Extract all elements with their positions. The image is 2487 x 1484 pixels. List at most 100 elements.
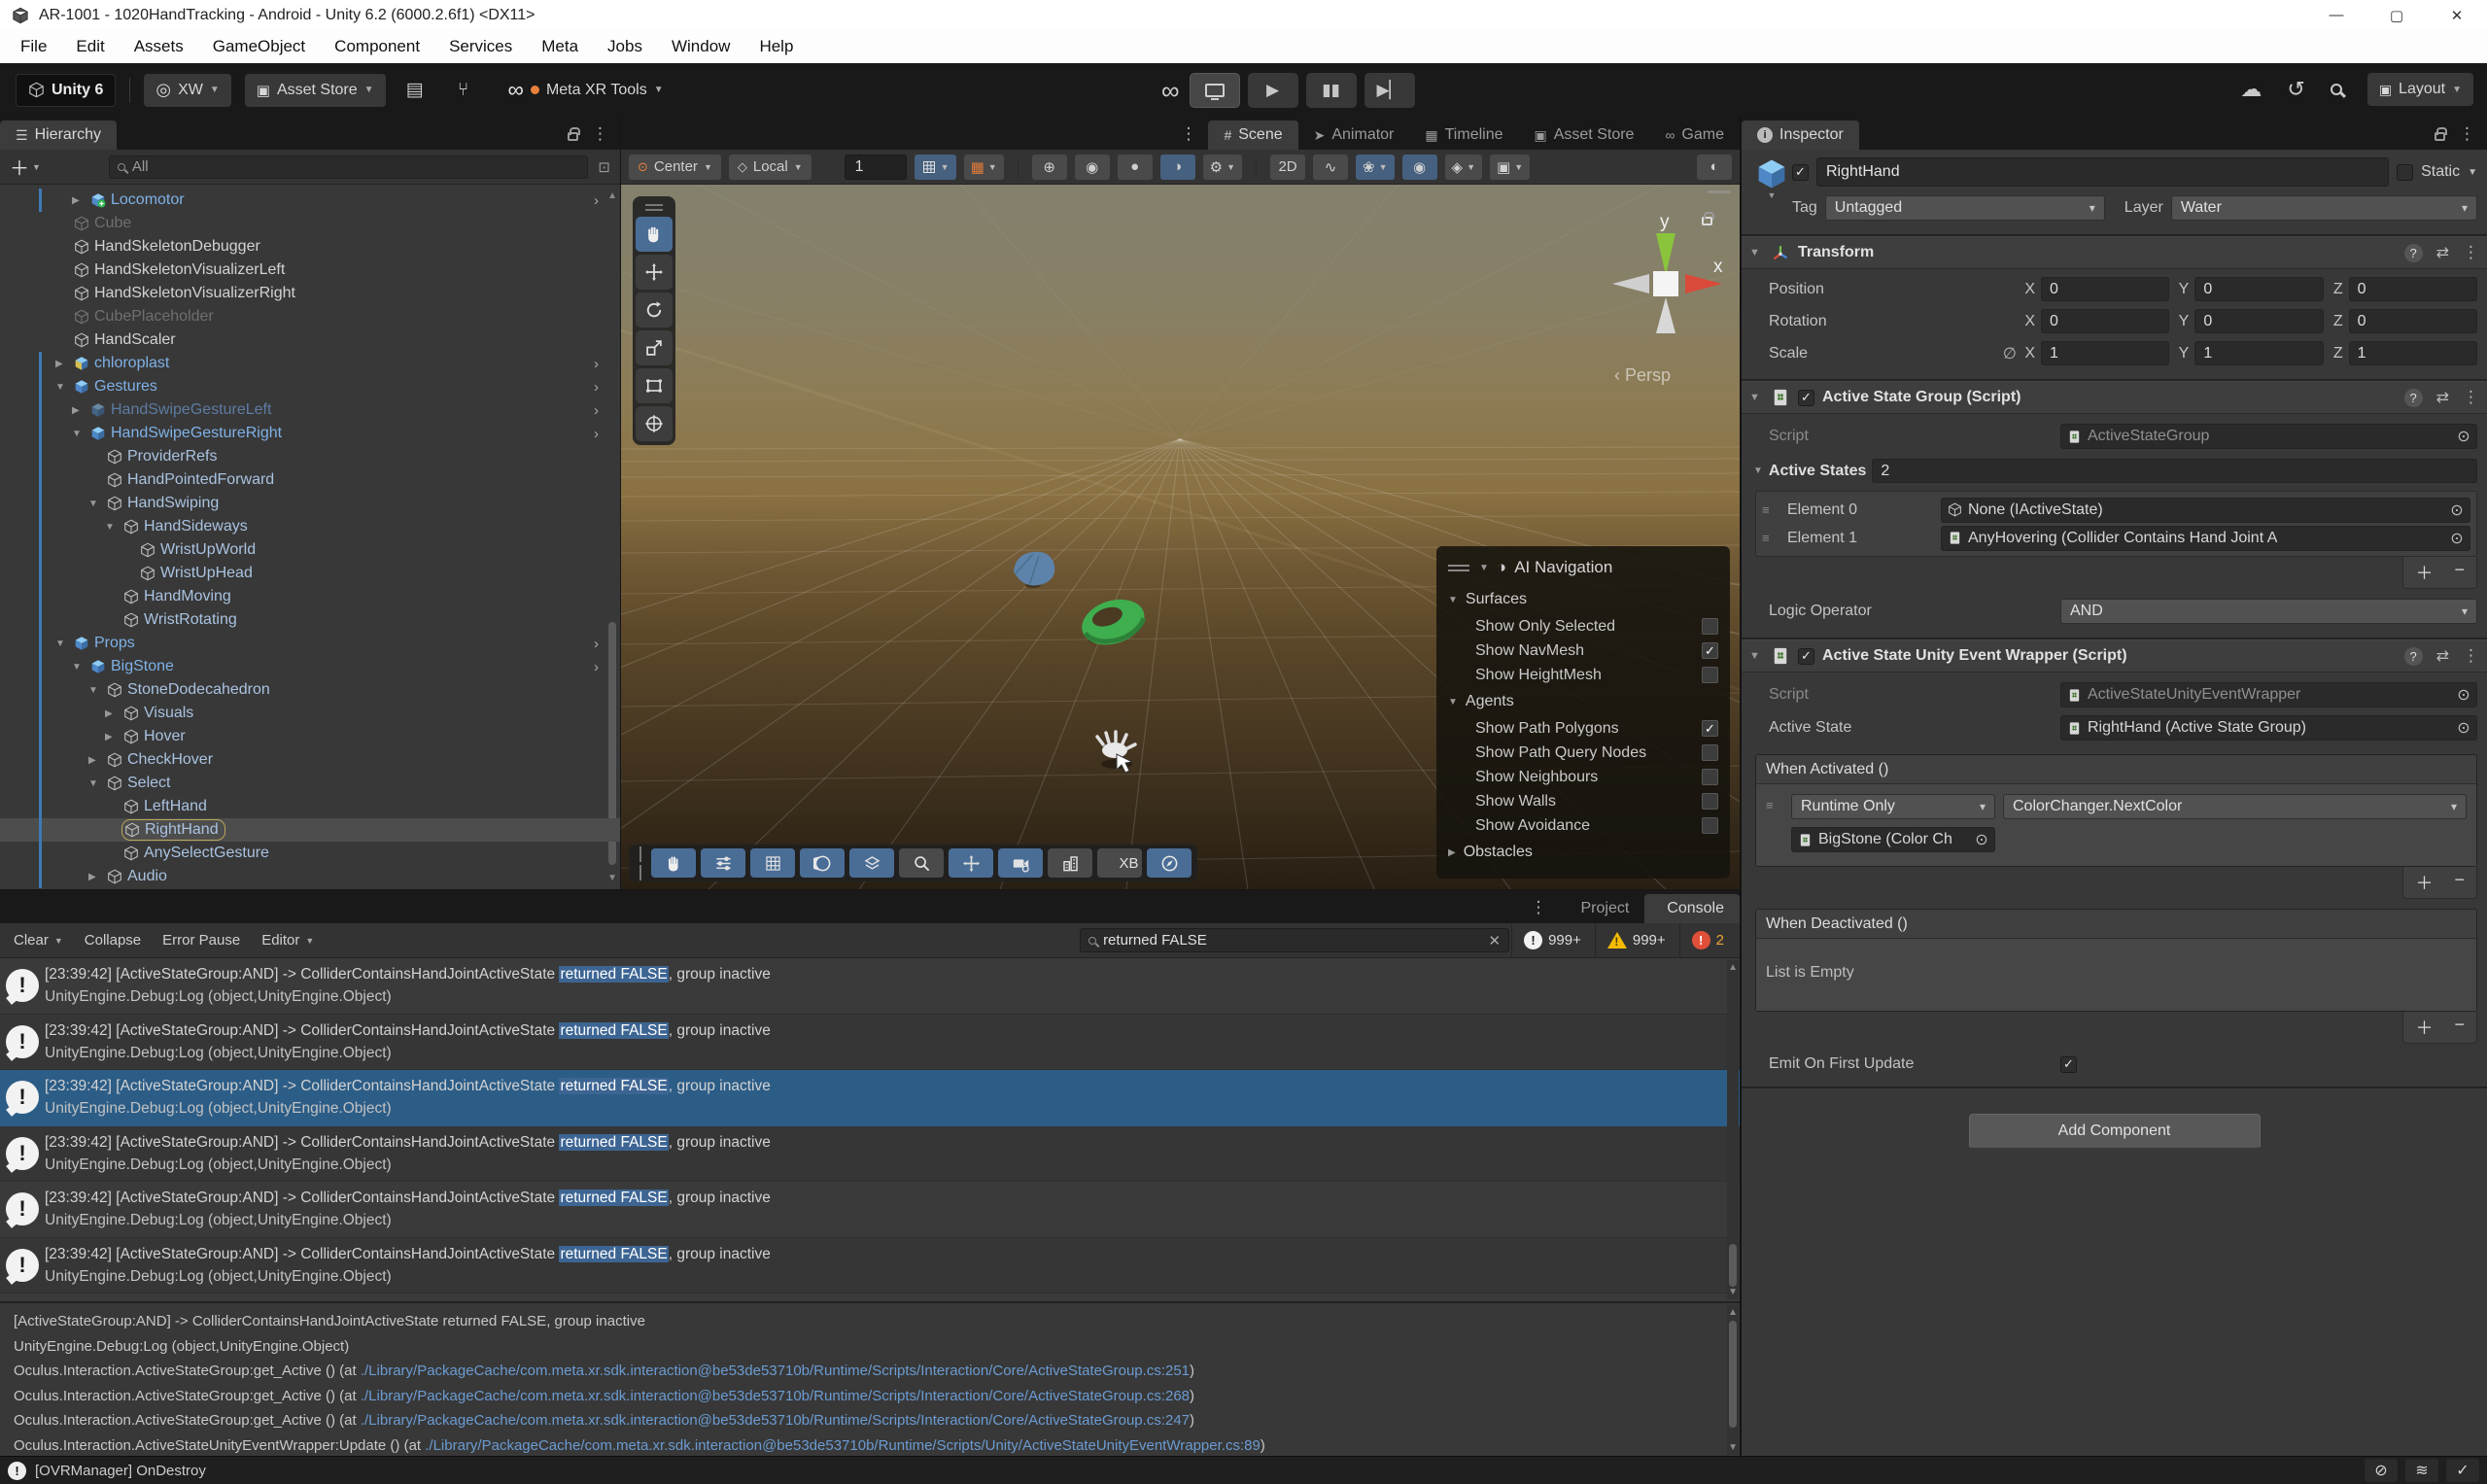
element-object-field[interactable]: None (IActiveState) ⊙	[1941, 498, 2470, 523]
perspective-label[interactable]: ‹ Persp	[1614, 365, 1671, 386]
expander-icon[interactable]	[88, 499, 105, 509]
menu-item[interactable]: Edit	[61, 37, 119, 56]
source-file-link[interactable]: ./Library/PackageCache/com.meta.xr.sdk.i…	[425, 1437, 1261, 1454]
static-checkbox[interactable]	[2397, 164, 2413, 181]
overlay-tool-button[interactable]	[750, 848, 795, 878]
overlay-tool-button[interactable]	[800, 848, 845, 878]
active-state-field[interactable]: RightHand (Active State Group) ⊙	[2060, 715, 2477, 741]
help-icon[interactable]: ?	[2404, 244, 2423, 262]
camera-dropdown-button[interactable]: ▣▼	[1490, 155, 1530, 180]
option-checkbox[interactable]	[1702, 667, 1718, 683]
debug-draw-dropdown[interactable]: ⚙▼	[1203, 155, 1242, 180]
gameobject-name-field[interactable]: RightHand	[1816, 157, 2389, 187]
hierarchy-row[interactable]: BigStone ›	[0, 655, 620, 678]
panel-menu-icon[interactable]: ⋮	[1531, 898, 1547, 917]
code-ready-icon[interactable]: ✓	[2446, 1459, 2479, 1482]
hierarchy-row[interactable]: Cube ›	[0, 212, 620, 235]
array-size-field[interactable]: 2	[1872, 459, 2477, 483]
uniform-scale-link-icon[interactable]: ∅	[2003, 346, 2017, 362]
hierarchy-row[interactable]: ProviderRefs ›	[0, 445, 620, 468]
hierarchy-row[interactable]: Gestures ›	[0, 375, 620, 398]
tab-hierarchy[interactable]: ☰ Hierarchy	[0, 121, 117, 150]
layer-dropdown[interactable]: Water	[2171, 195, 2477, 221]
gizmo-lock-icon[interactable]	[1702, 217, 1712, 225]
expander-icon[interactable]	[72, 429, 88, 439]
hierarchy-row[interactable]: CubePlaceholder ›	[0, 305, 620, 328]
expander-icon[interactable]	[105, 708, 121, 719]
cloud-icon[interactable]: ☁	[2240, 77, 2262, 102]
scene-view-tab[interactable]: Asset Store	[1519, 121, 1650, 150]
scene-visibility-button[interactable]: ◉	[1075, 155, 1110, 180]
object-picker-icon[interactable]: ⊙	[2455, 685, 2472, 705]
error-count-badge[interactable]: ! 2	[1679, 923, 1736, 958]
remove-element-button[interactable]: −	[2454, 560, 2465, 585]
axis-z-input[interactable]: 0	[2349, 277, 2477, 301]
lock-icon[interactable]	[2435, 132, 2445, 141]
menu-item[interactable]: Meta	[527, 37, 593, 56]
component-enabled-checkbox[interactable]	[1798, 390, 1814, 406]
axis-y-input[interactable]: 0	[2194, 277, 2323, 301]
hierarchy-row[interactable]: HandSideways ›	[0, 515, 620, 538]
expander-icon[interactable]	[72, 662, 88, 673]
collapse-arrow-icon[interactable]: ▼	[1479, 563, 1489, 573]
close-button[interactable]: ✕	[2427, 0, 2487, 30]
visibility-eye-button[interactable]: ◉	[1402, 155, 1437, 180]
archive-icon-button[interactable]: ▤	[396, 74, 434, 107]
search-icon[interactable]	[2331, 84, 2342, 95]
hierarchy-row[interactable]: HandPointedForward ›	[0, 468, 620, 492]
undo-history-icon[interactable]: ↺	[2287, 77, 2304, 102]
overlay-tool-button[interactable]	[1147, 848, 1192, 878]
device-view-button[interactable]	[1190, 73, 1240, 108]
hierarchy-row[interactable]: HandSwipeGestureLeft ›	[0, 398, 620, 422]
hierarchy-row[interactable]: LeftHand ›	[0, 795, 620, 818]
hierarchy-row[interactable]: RightHand ›	[0, 818, 620, 842]
overlay-tool-button[interactable]	[949, 848, 993, 878]
add-event-button[interactable]: ＋	[2415, 870, 2433, 895]
active-checkbox[interactable]	[1792, 164, 1809, 181]
axis-z-input[interactable]: 0	[2349, 309, 2477, 333]
axis-x-input[interactable]: 1	[2041, 341, 2169, 365]
expander-icon[interactable]	[88, 755, 105, 766]
option-checkbox[interactable]	[1702, 769, 1718, 785]
maximize-button[interactable]: ▢	[2366, 0, 2427, 30]
rotate-tool[interactable]	[636, 293, 673, 328]
lighting-toggle-button[interactable]: ◑	[1160, 155, 1195, 180]
console-log-entry[interactable]: ! [23:39:42] [ActiveStateGroup:AND] -> C…	[0, 1238, 1740, 1294]
overlay-tool-button[interactable]	[701, 848, 745, 878]
account-dropdown[interactable]: ◎ XW▼	[144, 74, 230, 107]
transform-tool[interactable]	[636, 406, 673, 441]
scroll-up-arrow[interactable]: ▲	[1728, 1307, 1738, 1318]
prefab-open-arrow[interactable]: ›	[594, 636, 599, 652]
debugger-detached-icon[interactable]: ⊘	[2365, 1459, 2398, 1482]
prefab-open-arrow[interactable]: ›	[594, 192, 599, 209]
move-tool[interactable]	[636, 255, 673, 290]
array-element-row[interactable]: ≡ Element 1 AnyHovering (Collider Contai…	[1762, 524, 2470, 552]
detail-scrollbar[interactable]: ▲ ▼	[1727, 1305, 1739, 1455]
menu-item[interactable]: Window	[657, 37, 744, 56]
rect-tool[interactable]	[636, 368, 673, 403]
panel-menu-icon[interactable]: ⋮	[592, 124, 608, 144]
axis-z-input[interactable]: 1	[2349, 341, 2477, 365]
menu-item[interactable]: Help	[744, 37, 808, 56]
component-enabled-checkbox[interactable]	[1798, 648, 1814, 665]
error-pause-button[interactable]: Error Pause	[153, 928, 250, 953]
console-area-tab[interactable]: Project	[1559, 894, 1645, 923]
prefab-open-arrow[interactable]: ›	[594, 379, 599, 396]
hierarchy-row[interactable]: Hover ›	[0, 725, 620, 748]
scrollbar-thumb[interactable]	[1729, 1244, 1737, 1287]
presets-icon[interactable]: ⇄	[2436, 388, 2449, 407]
hierarchy-row[interactable]: CheckHover ›	[0, 748, 620, 772]
hierarchy-row[interactable]: Locomotor ›	[0, 189, 620, 212]
shaded-button[interactable]: ●	[1118, 155, 1153, 180]
lock-icon[interactable]	[568, 132, 578, 141]
axis-x-input[interactable]: 0	[2041, 277, 2169, 301]
option-checkbox[interactable]	[1702, 817, 1718, 834]
presets-icon[interactable]: ⇄	[2436, 646, 2449, 666]
effects-dropdown-button[interactable]: ❀▼	[1356, 155, 1395, 180]
console-area-tab[interactable]: Console	[1644, 894, 1740, 923]
object-picker-icon[interactable]: ⊙	[2455, 718, 2472, 738]
status-bar[interactable]: ! [OVRManager] OnDestroy ⊘ ≋ ✓	[0, 1456, 2487, 1484]
prefab-open-arrow[interactable]: ›	[594, 402, 599, 419]
array-element-row[interactable]: ≡ Element 0 None (IActiveState) ⊙	[1762, 496, 2470, 524]
hierarchy-row[interactable]: StoneDodecahedron ›	[0, 678, 620, 702]
